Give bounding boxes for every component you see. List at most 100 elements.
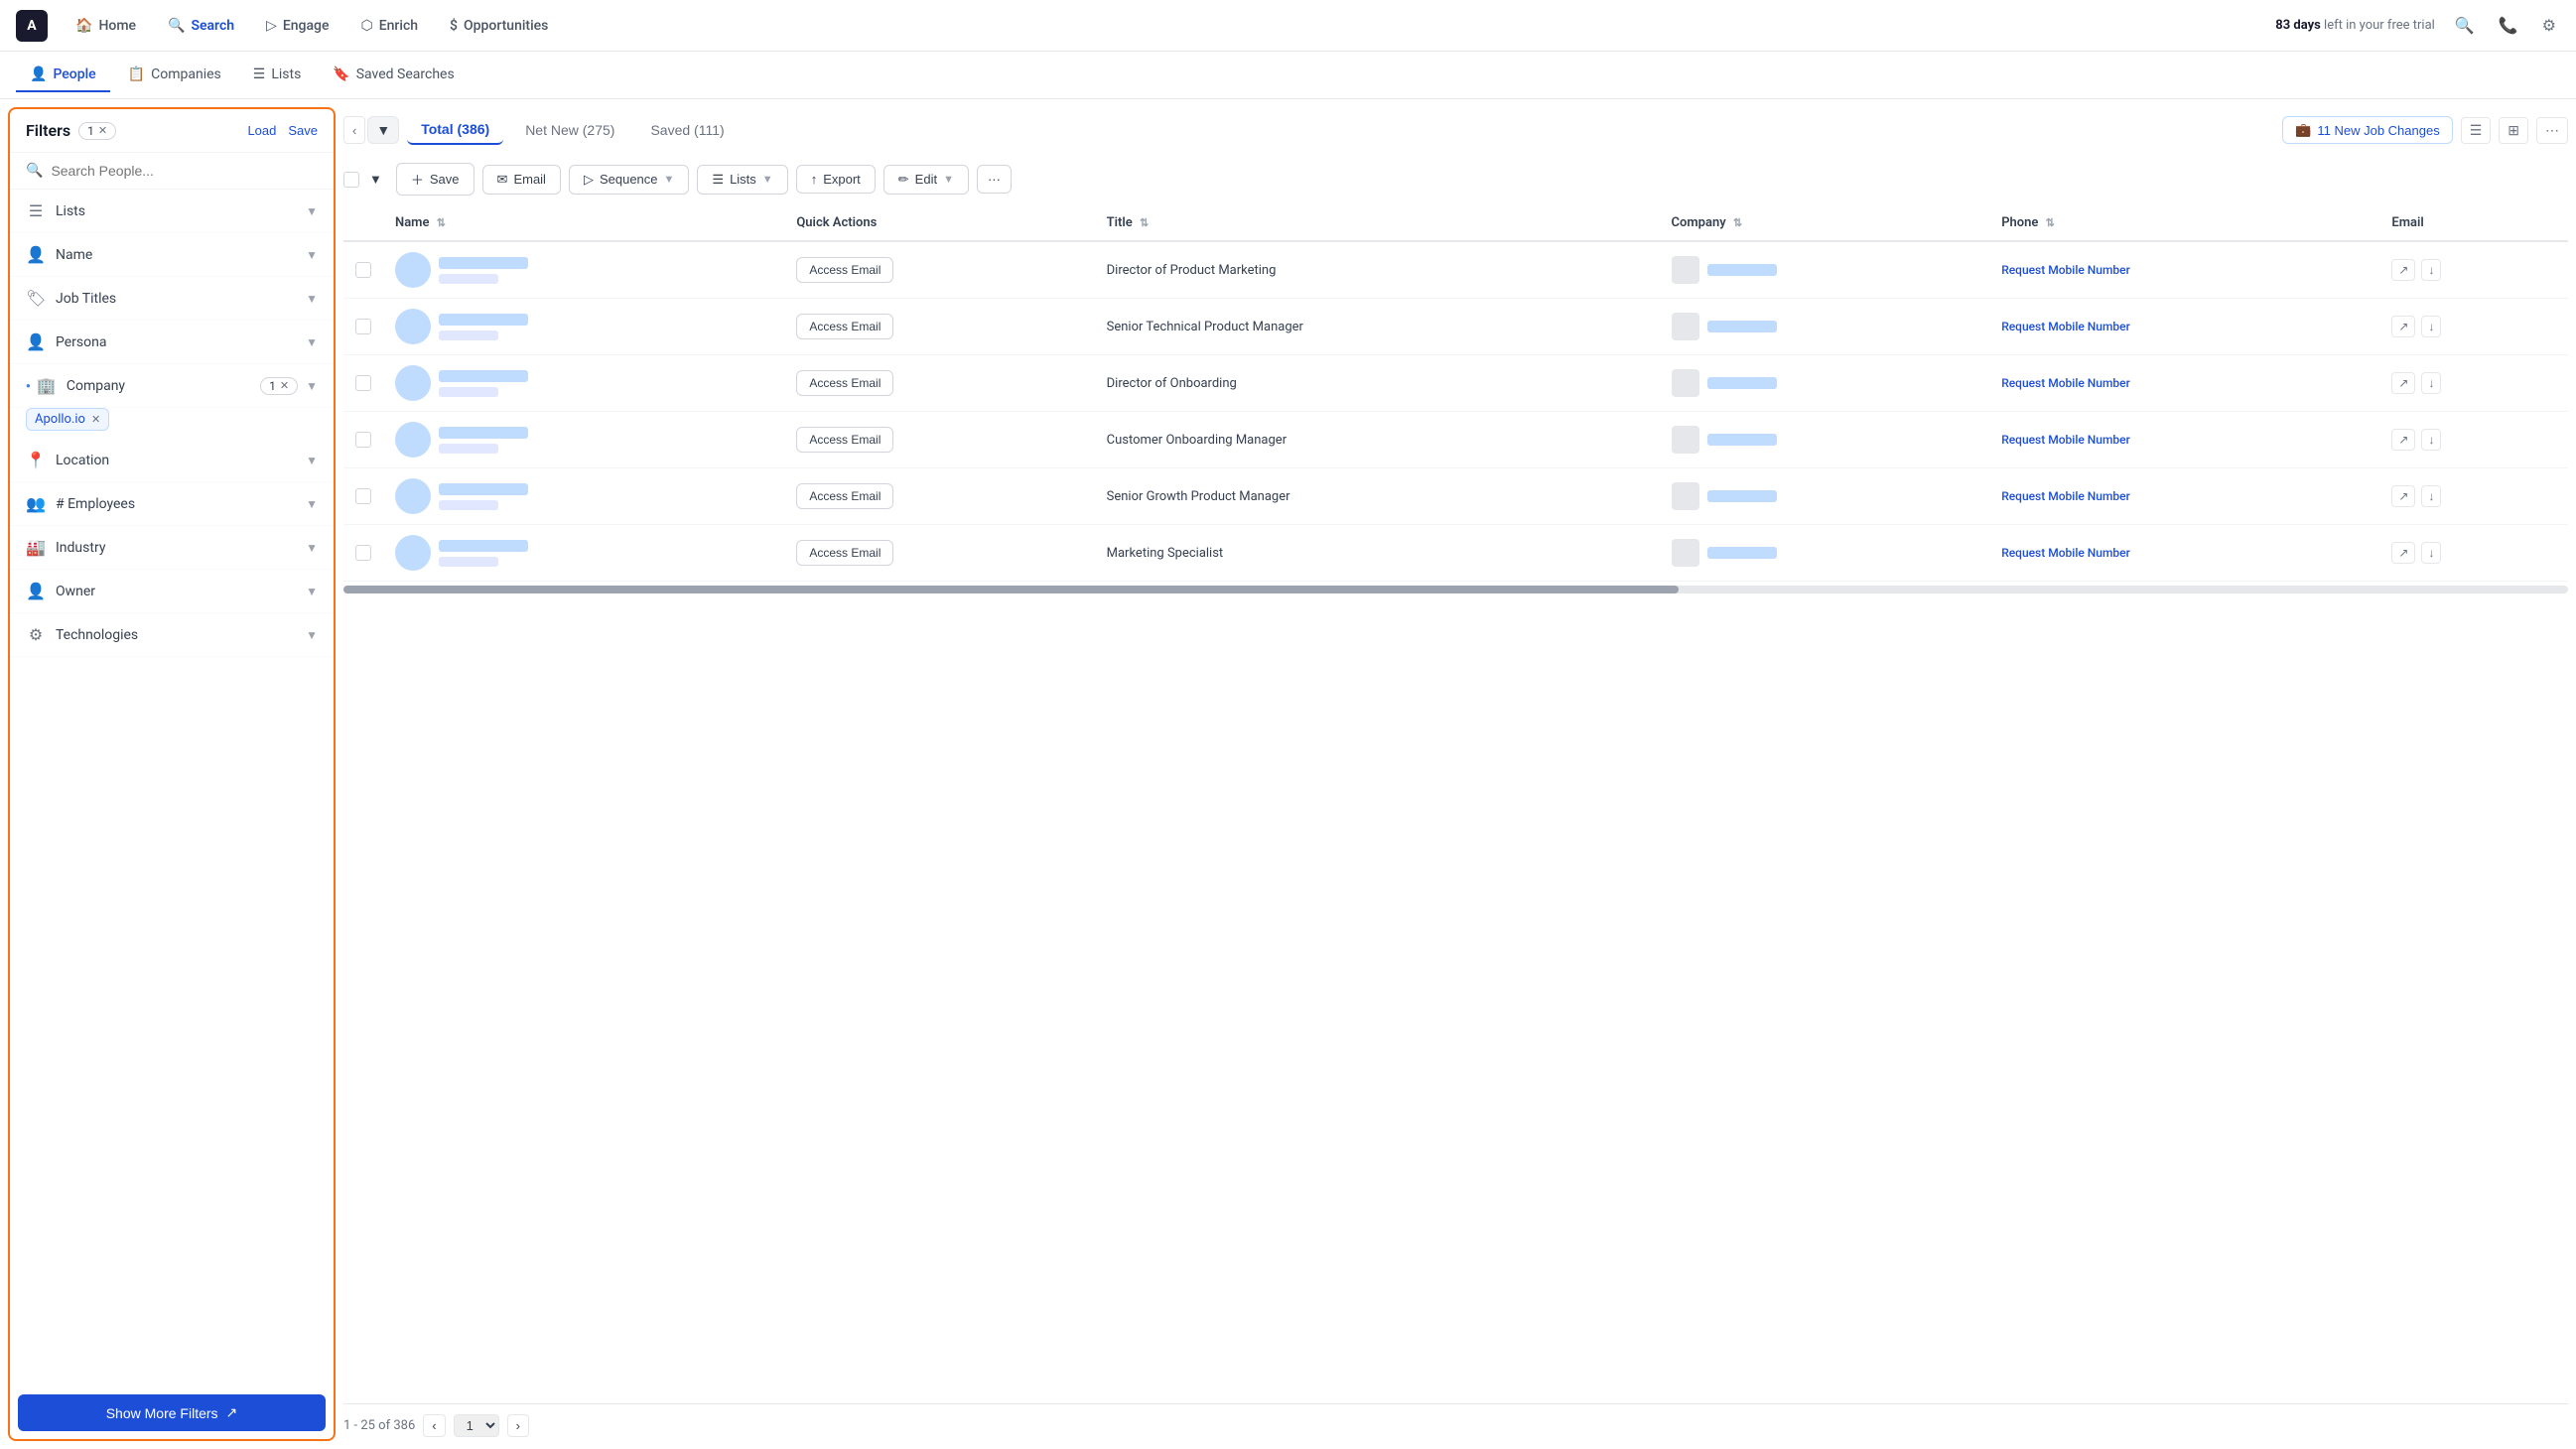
- row-checkbox[interactable]: [355, 432, 371, 448]
- row-checkbox[interactable]: [355, 545, 371, 561]
- horizontal-scrollbar[interactable]: [343, 586, 2568, 593]
- filter-persona[interactable]: 👤 Persona ▼: [10, 321, 334, 364]
- lists-action-button[interactable]: ☰ Lists ▼: [697, 165, 787, 195]
- row-checkbox[interactable]: [355, 262, 371, 278]
- lists-action-icon: ☰: [712, 172, 724, 188]
- nav-opportunities[interactable]: $ Opportunities: [438, 12, 560, 40]
- company-cell: [1660, 299, 1990, 355]
- th-title[interactable]: Title ⇅: [1095, 205, 1660, 241]
- clear-filters-button[interactable]: ✕: [98, 124, 107, 137]
- request-mobile-button[interactable]: Request Mobile Number: [2001, 433, 2130, 447]
- save-filters-button[interactable]: Save: [288, 123, 318, 138]
- filter-employees[interactable]: 👥 # Employees ▼: [10, 482, 334, 526]
- th-email[interactable]: Email: [2379, 205, 2568, 241]
- download-email-button[interactable]: ↓: [2421, 259, 2441, 281]
- select-all-checkbox[interactable]: [343, 172, 359, 188]
- show-more-filters-button[interactable]: Show More Filters ↗: [18, 1394, 326, 1431]
- nav-engage[interactable]: ▷ Engage: [254, 12, 340, 40]
- access-email-button[interactable]: Access Email: [796, 370, 893, 396]
- person-cell: [383, 299, 784, 355]
- filter-funnel-button[interactable]: ▼: [367, 116, 399, 144]
- nav-search[interactable]: 🔍 Search: [156, 12, 246, 40]
- nav-enrich[interactable]: ⬡ Enrich: [348, 12, 430, 40]
- filter-technologies[interactable]: ⚙ Technologies ▼: [10, 613, 334, 657]
- th-name[interactable]: Name ⇅: [383, 205, 784, 241]
- list-view-button[interactable]: ☰: [2461, 117, 2492, 144]
- download-email-button[interactable]: ↓: [2421, 429, 2441, 451]
- quick-actions-cell: Access Email: [784, 468, 1094, 525]
- remove-company-tag-button[interactable]: ✕: [91, 413, 100, 426]
- company-tag-apollo: Apollo.io ✕: [26, 408, 109, 431]
- more-actions-button[interactable]: ···: [977, 165, 1012, 194]
- subnav-companies[interactable]: 📋 Companies: [114, 59, 235, 92]
- next-page-button[interactable]: ›: [507, 1414, 529, 1437]
- access-email-button[interactable]: Access Email: [796, 314, 893, 339]
- clear-company-filter-button[interactable]: ✕: [280, 379, 289, 392]
- open-email-button[interactable]: ↗: [2391, 429, 2415, 451]
- filter-company[interactable]: ● 🏢 Company 1 ✕ ▼: [10, 364, 334, 408]
- open-email-button[interactable]: ↗: [2391, 542, 2415, 564]
- filter-lists[interactable]: ☰ Lists ▼: [10, 190, 334, 233]
- open-email-button[interactable]: ↗: [2391, 372, 2415, 394]
- more-view-options-button[interactable]: ⋯: [2536, 117, 2568, 144]
- row-checkbox[interactable]: [355, 375, 371, 391]
- job-changes-button[interactable]: 💼 11 New Job Changes: [2282, 116, 2453, 144]
- open-email-button[interactable]: ↗: [2391, 259, 2415, 281]
- filter-job-titles[interactable]: 🏷 Job Titles ▼: [10, 277, 334, 321]
- select-dropdown-button[interactable]: ▼: [363, 168, 388, 191]
- row-checkbox[interactable]: [355, 319, 371, 334]
- app-logo[interactable]: A: [16, 10, 48, 42]
- phone-button[interactable]: 📞: [2495, 12, 2522, 40]
- settings-button[interactable]: ⚙: [2538, 12, 2560, 40]
- sequence-action-button[interactable]: ▷ Sequence ▼: [569, 165, 689, 195]
- download-email-button[interactable]: ↓: [2421, 372, 2441, 394]
- nav-home[interactable]: 🏠 Home: [64, 12, 148, 40]
- edit-action-button[interactable]: ✏ Edit ▼: [883, 165, 969, 195]
- request-mobile-button[interactable]: Request Mobile Number: [2001, 320, 2130, 333]
- people-icon: 👤: [30, 66, 47, 82]
- global-search-button[interactable]: 🔍: [2451, 12, 2479, 40]
- tab-net-new[interactable]: Net New (275): [511, 116, 628, 144]
- save-action-button[interactable]: ＋ Save: [396, 163, 475, 196]
- filter-owner[interactable]: 👤 Owner ▼: [10, 570, 334, 613]
- th-company[interactable]: Company ⇅: [1660, 205, 1990, 241]
- subnav-people[interactable]: 👤 People: [16, 59, 110, 92]
- export-action-button[interactable]: ↑ Export: [796, 165, 876, 194]
- tab-saved[interactable]: Saved (111): [636, 116, 738, 144]
- request-mobile-button[interactable]: Request Mobile Number: [2001, 546, 2130, 560]
- industry-chevron-icon: ▼: [306, 541, 318, 555]
- tab-total[interactable]: Total (386): [407, 115, 503, 145]
- filter-prev-button[interactable]: ‹: [343, 116, 365, 144]
- row-checkbox[interactable]: [355, 488, 371, 504]
- download-email-button[interactable]: ↓: [2421, 485, 2441, 507]
- person-sub-blurred: [439, 500, 498, 510]
- email-action-button[interactable]: ✉ Email: [482, 165, 561, 195]
- person-sub-blurred: [439, 444, 498, 454]
- request-mobile-button[interactable]: Request Mobile Number: [2001, 489, 2130, 503]
- search-icon: 🔍: [168, 18, 185, 34]
- page-select[interactable]: 1: [454, 1414, 499, 1437]
- grid-view-button[interactable]: ⊞: [2499, 117, 2528, 144]
- subnav-saved-searches[interactable]: 🔖 Saved Searches: [319, 59, 468, 92]
- open-email-button[interactable]: ↗: [2391, 316, 2415, 337]
- download-email-button[interactable]: ↓: [2421, 542, 2441, 564]
- request-mobile-button[interactable]: Request Mobile Number: [2001, 376, 2130, 390]
- th-phone[interactable]: Phone ⇅: [1989, 205, 2379, 241]
- filter-name[interactable]: 👤 Name ▼: [10, 233, 334, 277]
- access-email-button[interactable]: Access Email: [796, 427, 893, 453]
- load-filters-button[interactable]: Load: [247, 123, 276, 138]
- download-email-button[interactable]: ↓: [2421, 316, 2441, 337]
- access-email-button[interactable]: Access Email: [796, 540, 893, 566]
- subnav-lists[interactable]: ☰ Lists: [239, 59, 316, 92]
- prev-page-button[interactable]: ‹: [423, 1414, 445, 1437]
- open-email-button[interactable]: ↗: [2391, 485, 2415, 507]
- search-people-input[interactable]: [51, 163, 318, 179]
- access-email-button[interactable]: Access Email: [796, 257, 893, 283]
- access-email-button[interactable]: Access Email: [796, 483, 893, 509]
- request-mobile-button[interactable]: Request Mobile Number: [2001, 263, 2130, 277]
- phone-sort-icon: ⇅: [2046, 216, 2055, 229]
- filter-location[interactable]: 📍 Location ▼: [10, 439, 334, 482]
- filter-industry[interactable]: 🏭 Industry ▼: [10, 526, 334, 570]
- avatar: [395, 252, 431, 288]
- person-name-blurred: [439, 314, 528, 326]
